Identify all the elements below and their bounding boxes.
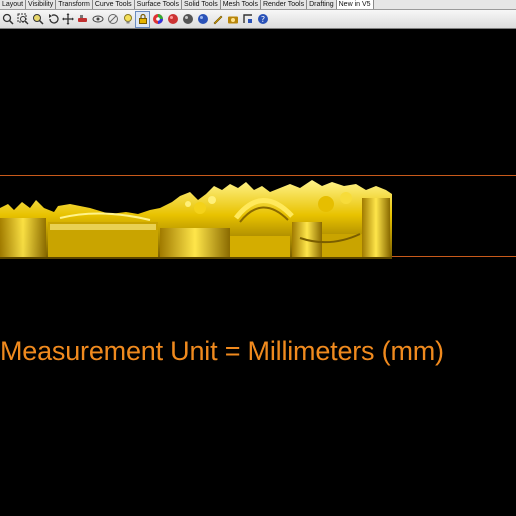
toolbar: ? (0, 10, 516, 29)
move-icon[interactable] (61, 12, 74, 27)
zoom-extents-icon[interactable] (1, 12, 14, 27)
snap-icon[interactable] (241, 12, 254, 27)
top-guide-line (0, 175, 516, 176)
paint-icon[interactable] (76, 12, 89, 27)
blue-sphere-icon[interactable] (196, 12, 209, 27)
undo-view-icon[interactable] (46, 12, 59, 27)
tab-solid-tools[interactable]: Solid Tools (182, 0, 221, 9)
shaded-sphere-icon[interactable] (181, 12, 194, 27)
measurement-unit-label: Measurement Unit = Millimeters (mm) (0, 336, 444, 366)
lightbulb-icon[interactable] (121, 12, 134, 27)
lock-icon[interactable] (135, 10, 150, 28)
tab-visibility[interactable]: Visibility (26, 0, 57, 9)
menu-tab-bar: Layout Visibility Transform Curve Tools … (0, 0, 516, 10)
tab-drafting[interactable]: Drafting (307, 0, 337, 9)
3d-viewport[interactable]: Measurement Unit = Millimeters (mm) (0, 30, 516, 516)
relief-model (0, 180, 392, 259)
render-sphere-icon[interactable] (166, 12, 179, 27)
svg-text:?: ? (260, 15, 264, 24)
tab-surface-tools[interactable]: Surface Tools (135, 0, 182, 9)
cancel-icon[interactable] (106, 12, 119, 27)
tab-render-tools[interactable]: Render Tools (261, 0, 308, 9)
camera-icon[interactable] (226, 12, 239, 27)
zoom-window-icon[interactable] (16, 12, 29, 27)
pen-icon[interactable] (211, 12, 224, 27)
tab-new-in-v5[interactable]: New in V5 (336, 0, 374, 9)
help-icon[interactable]: ? (256, 12, 269, 27)
tab-mesh-tools[interactable]: Mesh Tools (221, 0, 261, 9)
color-wheel-icon[interactable] (151, 12, 164, 27)
tab-layout[interactable]: Layout (0, 0, 27, 9)
zoom-dynamic-icon[interactable] (31, 12, 44, 27)
tab-transform[interactable]: Transform (56, 0, 93, 9)
tab-curve-tools[interactable]: Curve Tools (93, 0, 135, 9)
hide-icon[interactable] (91, 12, 104, 27)
